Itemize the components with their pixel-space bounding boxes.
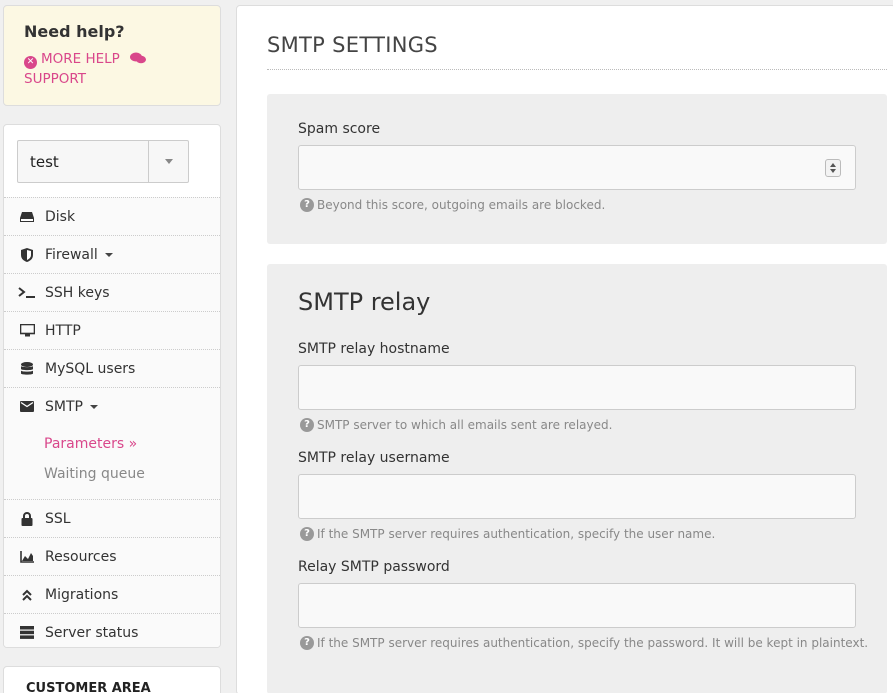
life-ring-icon: ✕	[24, 56, 37, 69]
nav-item-mysql-users[interactable]: MySQL users	[4, 349, 220, 387]
nav-item-resources[interactable]: Resources	[4, 537, 220, 575]
server-select[interactable]: test	[17, 140, 189, 183]
smtp-submenu: Parameters » Waiting queue	[4, 425, 220, 499]
nav-item-disk[interactable]: Disk	[4, 197, 220, 235]
desktop-icon	[18, 324, 36, 338]
nav-item-ssh-keys[interactable]: SSH keys	[4, 273, 220, 311]
nav-label: Server status	[45, 624, 139, 641]
relay-username-label: SMTP relay username	[298, 450, 450, 466]
nav-label: MySQL users	[45, 360, 136, 377]
nav-label: Migrations	[45, 586, 119, 603]
nav-label: Firewall	[45, 246, 98, 263]
spam-score-hint: ? Beyond this score, outgoing emails are …	[300, 198, 605, 212]
relay-username-hint: ? If the SMTP server requires authenticat…	[300, 527, 715, 541]
hdd-icon	[18, 210, 36, 224]
nav-item-firewall[interactable]: Firewall	[4, 235, 220, 273]
nav-label: SSL	[45, 510, 71, 527]
smtp-relay-heading: SMTP relay	[298, 288, 431, 316]
spam-score-label: Spam score	[298, 121, 381, 137]
relay-password-label: Relay SMTP password	[298, 559, 450, 575]
terminal-icon	[18, 286, 36, 300]
question-circle-icon: ?	[300, 636, 314, 650]
help-box: Need help? ✕ MORE HELP SUPPORT	[3, 5, 221, 106]
chat-icon	[130, 50, 147, 64]
help-title: Need help?	[24, 22, 125, 41]
support-link[interactable]: SUPPORT	[24, 71, 86, 87]
nav-list: Disk Firewall SSH keys HTTP MySQL users …	[4, 197, 220, 647]
question-circle-icon: ?	[300, 198, 314, 212]
nav-label: Disk	[45, 208, 76, 225]
subnav-waiting-queue[interactable]: Waiting queue	[44, 459, 220, 489]
server-nav: test Disk Firewall SSH keys HTTP MySQL u…	[3, 124, 221, 648]
main-content: SMTP SETTINGS Spam score ? Beyond this sc…	[236, 5, 893, 693]
nav-label: HTTP	[45, 322, 81, 339]
database-icon	[18, 361, 36, 376]
nav-item-ssl[interactable]: SSL	[4, 499, 220, 537]
caret-down-icon	[104, 252, 113, 257]
page-title: SMTP SETTINGS	[267, 33, 438, 57]
question-circle-icon: ?	[300, 527, 314, 541]
relay-username-input[interactable]	[298, 474, 856, 519]
question-circle-icon: ?	[300, 418, 314, 432]
angle-double-up-icon	[18, 588, 36, 602]
relay-password-input[interactable]	[298, 583, 856, 628]
more-help-link[interactable]: ✕ MORE HELP	[24, 51, 124, 69]
nav-item-http[interactable]: HTTP	[4, 311, 220, 349]
subnav-parameters[interactable]: Parameters »	[44, 429, 220, 459]
relay-hostname-hint: ? SMTP server to which all emails sent ar…	[300, 418, 612, 432]
relay-hostname-label: SMTP relay hostname	[298, 341, 450, 357]
number-stepper[interactable]	[825, 159, 841, 177]
lock-icon	[18, 511, 36, 526]
nav-label: Resources	[45, 548, 117, 565]
server-icon	[18, 626, 36, 640]
nav-label: SMTP	[45, 398, 83, 415]
title-divider	[267, 69, 887, 70]
shield-icon	[18, 247, 36, 262]
chevron-down-icon[interactable]	[148, 141, 188, 182]
caret-down-icon	[89, 404, 98, 409]
customer-area-box: CUSTOMER AREA	[3, 666, 221, 693]
nav-label: SSH keys	[45, 284, 110, 301]
customer-area-title: CUSTOMER AREA	[26, 681, 151, 693]
spam-score-panel: Spam score ? Beyond this score, outgoing …	[267, 94, 887, 244]
nav-item-smtp[interactable]: SMTP	[4, 387, 220, 425]
server-select-value: test	[30, 153, 59, 171]
help-links: ✕ MORE HELP SUPPORT	[24, 49, 200, 89]
spam-score-input[interactable]	[298, 145, 856, 190]
nav-item-server-status[interactable]: Server status	[4, 613, 220, 647]
nav-item-migrations[interactable]: Migrations	[4, 575, 220, 613]
smtp-relay-panel: SMTP relay SMTP relay hostname ? SMTP ser…	[267, 264, 887, 693]
relay-password-hint: ? If the SMTP server requires authenticat…	[300, 636, 868, 650]
envelope-icon	[18, 400, 36, 414]
area-chart-icon	[18, 550, 36, 564]
relay-hostname-input[interactable]	[298, 365, 856, 410]
